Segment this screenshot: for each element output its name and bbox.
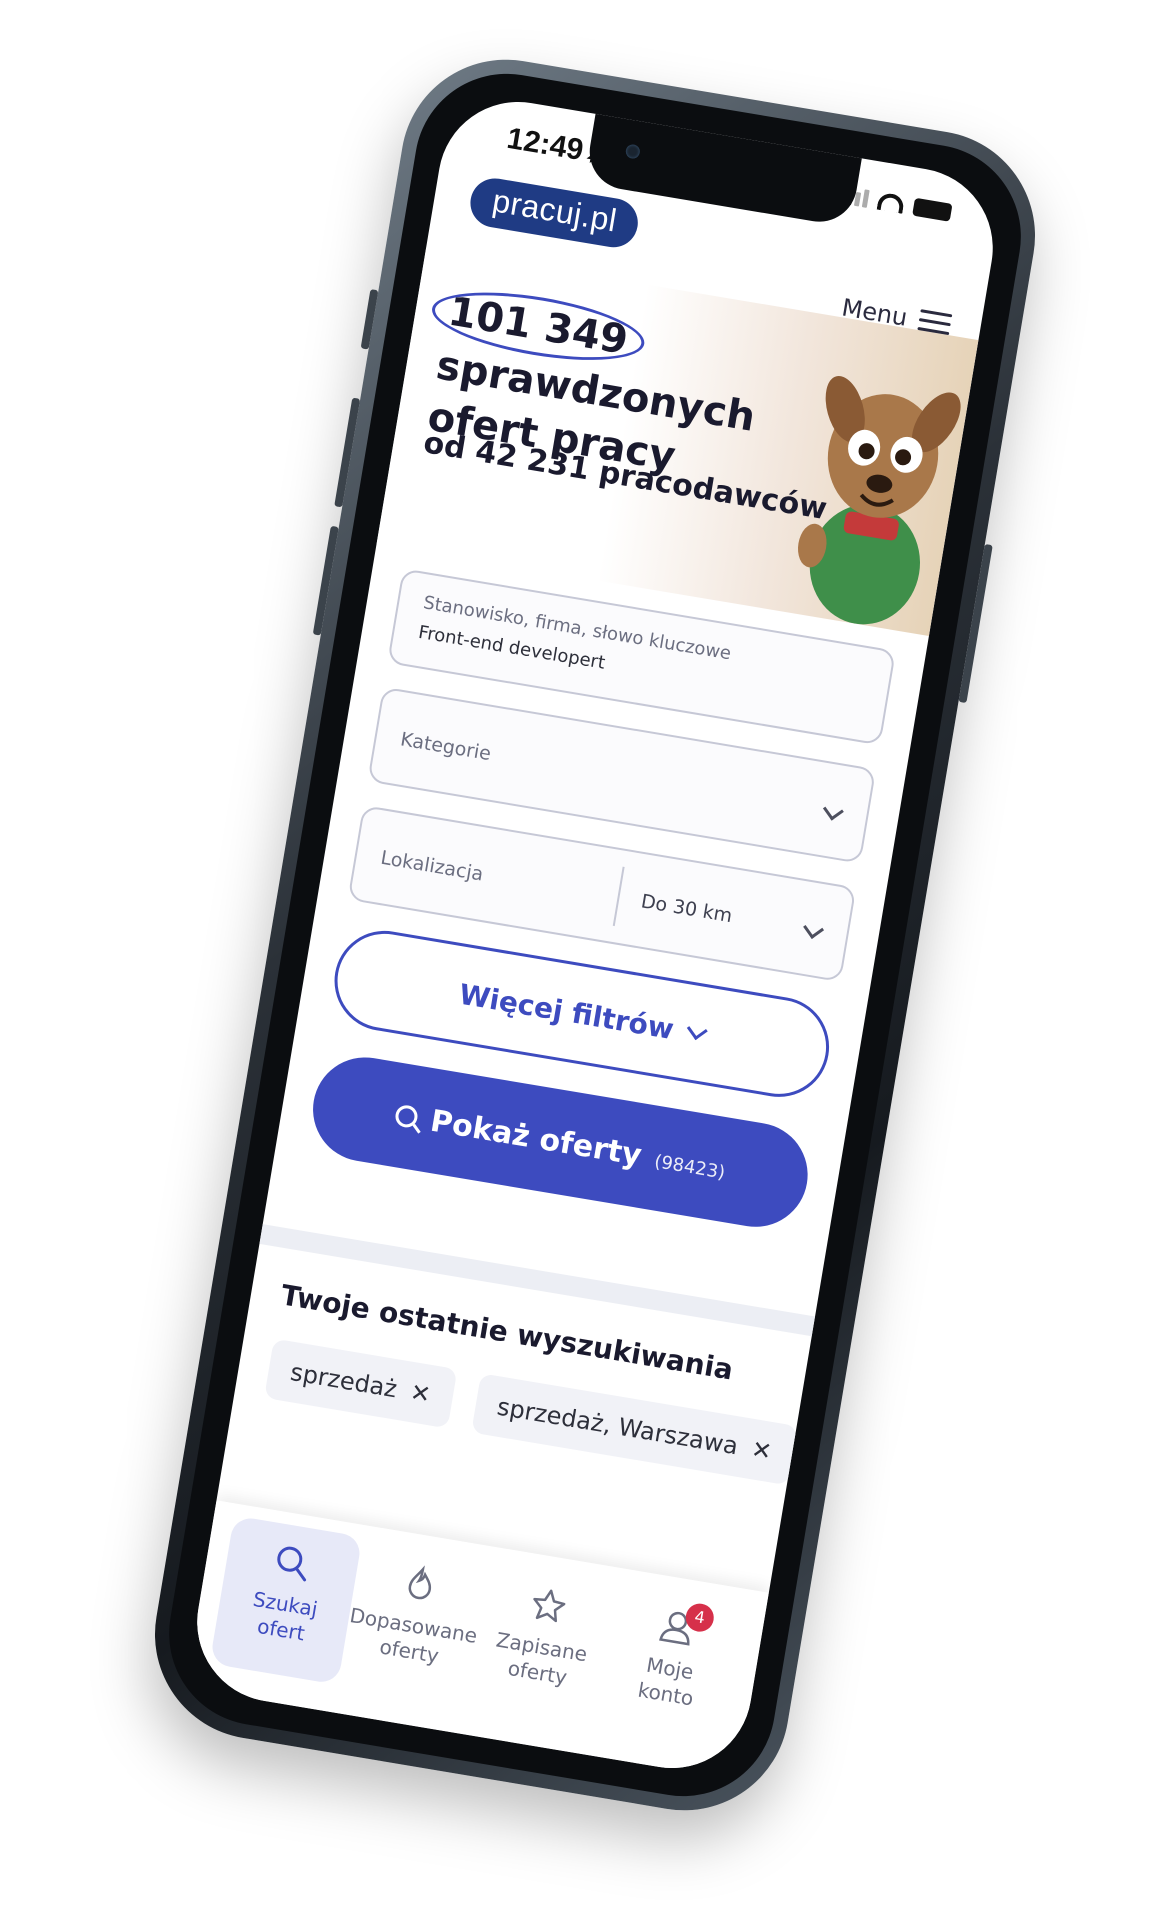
nav-my-account[interactable]: 4 Moje konto (594, 1580, 747, 1749)
close-icon[interactable]: ✕ (749, 1435, 773, 1466)
volume-down-button (312, 525, 339, 636)
show-offers-label: Pokaż oferty (427, 1103, 645, 1173)
nav-saved-offers[interactable]: Zapisane oferty (466, 1558, 619, 1727)
stage: 12:49➶ pracuj.pl Menu (0, 0, 1174, 1931)
close-icon[interactable]: ✕ (408, 1378, 432, 1409)
category-placeholder: Kategorie (398, 728, 493, 766)
nav-search-offers[interactable]: Szukaj ofert (209, 1515, 363, 1685)
chevron-down-icon (822, 799, 844, 821)
phone-screen: 12:49➶ pracuj.pl Menu (185, 89, 1005, 1781)
recent-search-chip[interactable]: sprzedaż ✕ (264, 1338, 458, 1429)
volume-up-button (334, 397, 361, 508)
chevron-down-icon (686, 1018, 708, 1040)
phone-bezel: 12:49➶ pracuj.pl Menu (155, 59, 1035, 1811)
phone-device: 12:49➶ pracuj.pl Menu (139, 43, 1051, 1827)
recent-search-label: sprzedaż (288, 1357, 400, 1404)
mute-switch (360, 289, 379, 350)
more-filters-label: Więcej filtrów (456, 977, 677, 1046)
camera-lens (624, 143, 641, 160)
bottom-navigation: Szukaj ofert Dopasowane oferty Zapisane … (185, 1500, 769, 1781)
recent-search-chip[interactable]: sprzedaż, Warszawa ✕ (470, 1373, 799, 1486)
battery-icon (912, 197, 953, 222)
radius-select[interactable]: Do 30 km (612, 866, 852, 965)
hamburger-icon (917, 309, 953, 336)
time-text: 12:49 (504, 121, 586, 168)
matched-offers-icon (408, 1565, 432, 1600)
search-icon (277, 1546, 307, 1582)
show-offers-count: (98423) (652, 1150, 727, 1184)
wifi-icon (876, 191, 906, 214)
recent-search-label: sprzedaż, Warszawa (495, 1392, 741, 1461)
chevron-down-icon (803, 918, 825, 939)
star-icon (533, 1589, 566, 1623)
location-placeholder: Lokalizacja (379, 846, 485, 886)
radius-value: Do 30 km (639, 890, 734, 928)
location-field[interactable]: Lokalizacja (350, 807, 626, 941)
search-form: Stanowisko, firma, słowo kluczowe Front-… (305, 568, 897, 1235)
search-icon (393, 1103, 419, 1129)
nav-matched-offers[interactable]: Dopasowane oferty (338, 1537, 491, 1706)
